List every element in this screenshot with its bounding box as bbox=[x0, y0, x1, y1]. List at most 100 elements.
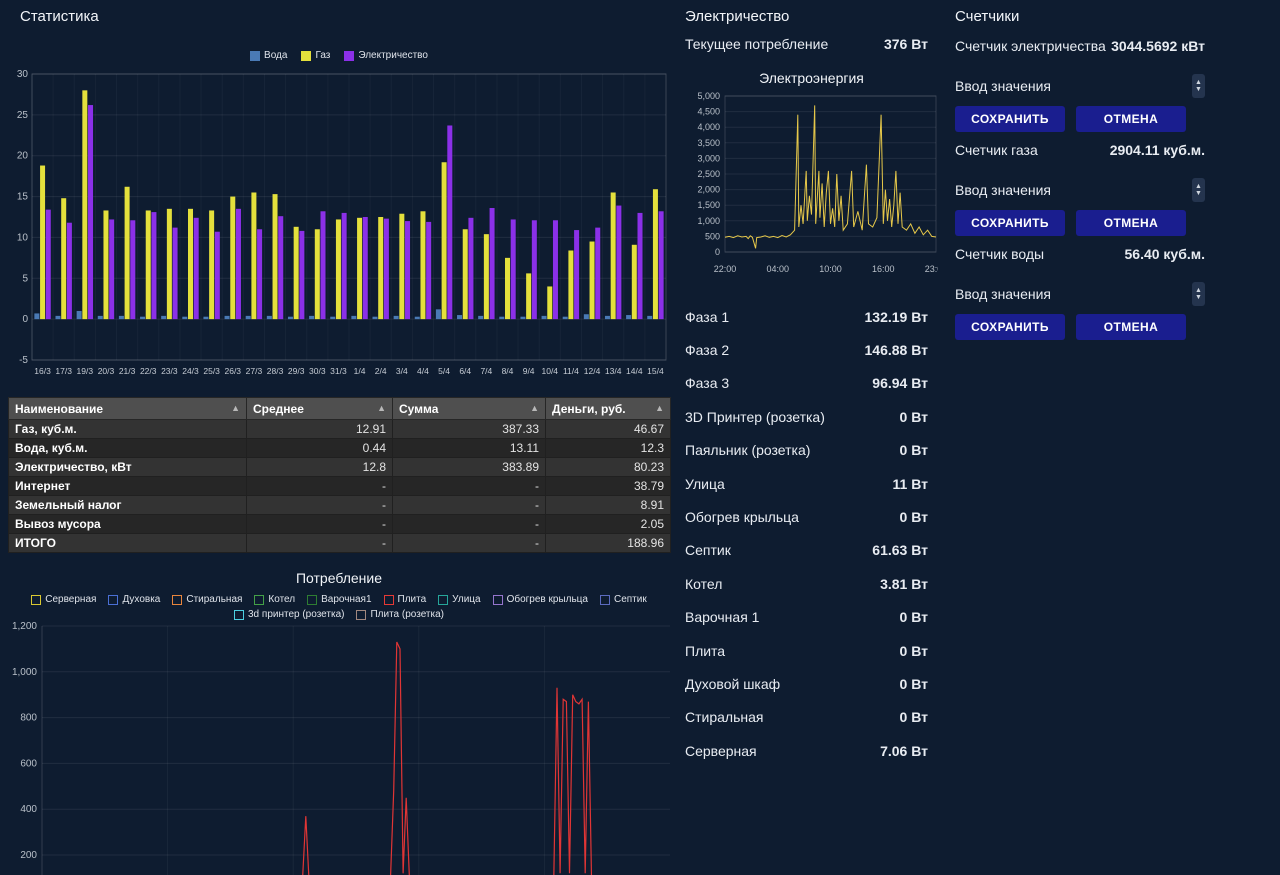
legend-label: Духовка bbox=[122, 594, 161, 605]
legend-item[interactable]: Варочная1 bbox=[307, 594, 372, 605]
stepper-up-icon[interactable]: ▲ bbox=[1195, 183, 1202, 190]
table-sort-header[interactable]: Наименование ▲ bbox=[8, 397, 247, 420]
bar-0-6 bbox=[161, 315, 167, 320]
svg-text:400: 400 bbox=[20, 804, 37, 815]
meter-group: Счетчик электричества 3044.5692 кВт Ввод з… bbox=[955, 36, 1205, 136]
bar-2-12 bbox=[299, 230, 305, 320]
legend-swatch-icon bbox=[108, 594, 119, 605]
legend-item[interactable]: Септик bbox=[599, 594, 647, 605]
svg-text:6/4: 6/4 bbox=[459, 366, 471, 376]
legend-label: Стиральная bbox=[186, 594, 243, 605]
power-item-value: 0 Вт bbox=[899, 509, 928, 526]
bar-0-24 bbox=[541, 315, 547, 320]
table-cell: 12.3 bbox=[545, 438, 671, 458]
legend-label: Плита bbox=[397, 594, 427, 605]
bar-2-29 bbox=[658, 211, 664, 320]
power-item-label: Фаза 2 bbox=[685, 342, 730, 359]
save-button[interactable]: СОХРАНИТЬ bbox=[955, 106, 1065, 132]
stepper-down-icon[interactable]: ▼ bbox=[1195, 190, 1202, 197]
bar-1-27 bbox=[610, 192, 616, 320]
power-item-value: 0 Вт bbox=[899, 408, 928, 425]
bar-2-6 bbox=[172, 227, 178, 320]
table-sort-header[interactable]: Среднее ▲ bbox=[246, 397, 393, 420]
table-sort-header[interactable]: Деньги, руб. ▲ bbox=[545, 397, 671, 420]
cancel-button[interactable]: ОТМЕНА bbox=[1076, 106, 1186, 132]
legend-item[interactable]: 3d принтер (розетка) bbox=[234, 609, 344, 620]
table-cell: - bbox=[392, 533, 546, 553]
value-stepper[interactable]: ▲ ▼ bbox=[1192, 178, 1205, 202]
power-item-value: 11 Вт bbox=[892, 475, 928, 492]
bar-1-8 bbox=[209, 210, 215, 320]
legend-item[interactable]: Плита (розетка) bbox=[356, 609, 444, 620]
svg-text:22/3: 22/3 bbox=[140, 366, 157, 376]
svg-text:22:00: 22:00 bbox=[714, 264, 737, 274]
stepper-up-icon[interactable]: ▲ bbox=[1195, 287, 1202, 294]
svg-text:3,500: 3,500 bbox=[697, 138, 720, 148]
stepper-down-icon[interactable]: ▼ bbox=[1195, 86, 1202, 93]
bar-0-28 bbox=[626, 315, 632, 320]
current-consumption-label: Текущее потребление bbox=[685, 36, 829, 52]
bar-0-7 bbox=[182, 316, 188, 320]
svg-text:3,000: 3,000 bbox=[697, 153, 720, 163]
legend-item[interactable]: Серверная bbox=[31, 594, 96, 605]
cancel-button[interactable]: ОТМЕНА bbox=[1076, 210, 1186, 236]
bar-1-9 bbox=[230, 196, 236, 320]
legend-item[interactable]: Газ bbox=[301, 50, 330, 61]
save-button[interactable]: СОХРАНИТЬ bbox=[955, 210, 1065, 236]
bar-2-11 bbox=[278, 216, 284, 320]
table-cell: 13.11 bbox=[392, 438, 546, 458]
power-item-label: 3D Принтер (розетка) bbox=[685, 408, 825, 425]
legend-item[interactable]: Вода bbox=[250, 50, 287, 61]
save-button[interactable]: СОХРАНИТЬ bbox=[955, 314, 1065, 340]
bar-2-24 bbox=[552, 220, 558, 320]
stats-legend: Вода Газ Электричество bbox=[8, 50, 670, 61]
svg-text:23:00: 23:00 bbox=[925, 264, 938, 274]
bar-0-5 bbox=[140, 316, 146, 320]
stepper-down-icon[interactable]: ▼ bbox=[1195, 294, 1202, 301]
row-name-cell: Интернет bbox=[8, 476, 247, 496]
meter-value: 2904.11 куб.м. bbox=[1109, 142, 1205, 158]
legend-item[interactable]: Стиральная bbox=[172, 594, 242, 605]
table-cell: 383.89 bbox=[392, 457, 546, 477]
power-item-row: Серверная 7.06 Вт bbox=[685, 734, 928, 767]
power-item-label: Септик bbox=[685, 542, 731, 559]
row-name-cell: Газ, куб.м. bbox=[8, 419, 247, 439]
bar-2-1 bbox=[66, 222, 72, 320]
legend-label: Газ bbox=[315, 50, 331, 61]
bar-0-14 bbox=[330, 316, 336, 320]
svg-text:10/4: 10/4 bbox=[541, 366, 558, 376]
legend-item[interactable]: Обогрев крыльца bbox=[492, 594, 588, 605]
svg-text:9/4: 9/4 bbox=[523, 366, 535, 376]
legend-swatch-icon bbox=[438, 594, 449, 605]
legend-item[interactable]: Котел bbox=[254, 594, 295, 605]
table-cell: 387.33 bbox=[392, 419, 546, 439]
cancel-button[interactable]: ОТМЕНА bbox=[1076, 314, 1186, 340]
legend-label: 3d принтер (розетка) bbox=[248, 609, 345, 620]
legend-swatch-icon bbox=[492, 594, 503, 605]
svg-text:11/4: 11/4 bbox=[563, 366, 579, 376]
svg-text:7/4: 7/4 bbox=[480, 366, 492, 376]
legend-item[interactable]: Плита bbox=[383, 594, 427, 605]
value-stepper[interactable]: ▲ ▼ bbox=[1192, 74, 1205, 98]
table-cell: - bbox=[246, 476, 393, 496]
row-name-cell: Электричество, кВт bbox=[8, 457, 247, 477]
stepper-up-icon[interactable]: ▲ bbox=[1195, 79, 1202, 86]
legend-item[interactable]: Духовка bbox=[108, 594, 160, 605]
bar-2-7 bbox=[193, 217, 199, 320]
bar-1-21 bbox=[483, 234, 489, 320]
legend-item[interactable]: Улица bbox=[438, 594, 481, 605]
svg-text:3/4: 3/4 bbox=[396, 366, 408, 376]
table-cell: 12.91 bbox=[246, 419, 393, 439]
bar-2-0 bbox=[45, 209, 51, 320]
svg-text:1,000: 1,000 bbox=[697, 216, 720, 226]
bar-2-21 bbox=[489, 208, 495, 320]
meter-label: Счетчик воды bbox=[955, 246, 1045, 262]
svg-text:1,500: 1,500 bbox=[697, 200, 720, 210]
bar-0-11 bbox=[266, 315, 272, 320]
table-sort-header[interactable]: Сумма ▲ bbox=[392, 397, 546, 420]
power-item-label: Плита bbox=[685, 642, 726, 659]
legend-swatch-icon bbox=[356, 609, 367, 620]
bar-1-28 bbox=[631, 244, 637, 320]
value-stepper[interactable]: ▲ ▼ bbox=[1192, 282, 1205, 306]
legend-item[interactable]: Электричество bbox=[344, 50, 428, 61]
